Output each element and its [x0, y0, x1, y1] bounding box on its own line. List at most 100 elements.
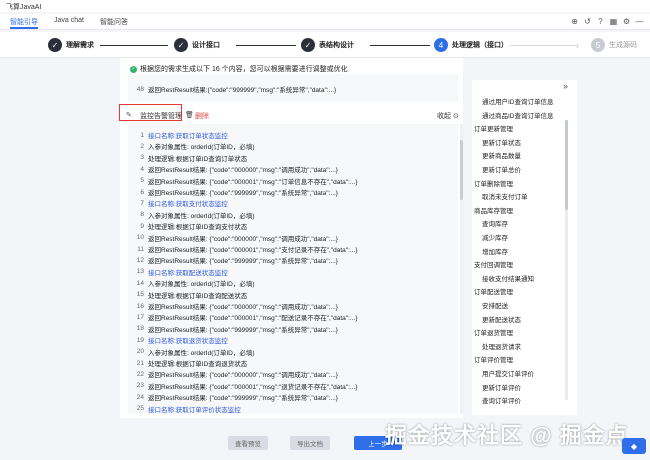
code-line: 11 返回RestResult结果: {"code":"000001","msg"… — [128, 244, 458, 255]
outline-group[interactable]: 订单配送管理 — [474, 286, 513, 296]
line-text: 返回RestResult结果: {"code":"000000","msg":"… — [148, 167, 338, 175]
line-text: 返回RestResult结果: {"code":"999999","msg":"… — [148, 395, 338, 403]
line-number: 11 — [137, 245, 144, 253]
chat-icon: ◆ — [630, 441, 638, 451]
minimize-icon[interactable]: — — [635, 17, 644, 26]
line-number: 6 — [140, 188, 144, 196]
line-text: 返回RestResult结果: {"code":"999999","msg":"… — [148, 190, 338, 197]
code-line: 8 入参对象属性: orderId(订单ID，必填) — [128, 210, 458, 220]
line-number: 18 — [136, 325, 144, 333]
preview-button[interactable]: 查看预览 — [228, 436, 268, 450]
code-editor[interactable]: 1 接口名称:获取订单状态监控 2 入参对象属性: orderId(订单ID，必填) 3… — [128, 124, 458, 414]
line-number: 19 — [136, 336, 144, 344]
assistant-fab[interactable]: ◆ — [622, 438, 646, 454]
outline-group[interactable]: 支付回调管理 — [474, 259, 513, 269]
code-line: 10 返回RestResult结果: {"code":"000000","msg"… — [128, 233, 458, 243]
calendar-icon[interactable]: ▦ — [609, 17, 618, 26]
line-number: 24 — [136, 393, 144, 401]
outline-item[interactable]: 更新订单评价 — [482, 382, 521, 392]
code-line: 20 入参对象属性: orderId(订单ID，必填) — [128, 347, 458, 357]
outline-item[interactable]: 更新商品数量 — [482, 150, 521, 160]
line-text: 返回RestResult结果: {"code":"000001","msg":"… — [148, 178, 358, 186]
outline-item[interactable]: 通过用户ID查询订单信息 — [482, 96, 554, 106]
line-text: 接口名称:获取订单评价状态监控 — [148, 406, 241, 414]
step-design-api[interactable]: ✓ 设计接口 — [174, 38, 220, 52]
step-table-design[interactable]: ✓ 表结构设计 — [301, 38, 354, 52]
previous-code-block[interactable]: 48 返回RestResult结果:{"code":"999999","msg"… — [128, 74, 458, 102]
step-number: 4 — [434, 38, 448, 52]
outline-group[interactable]: 订单退货管理 — [474, 327, 513, 337]
line-text: 返回RestResult结果: {"code":"000001","msg":"… — [148, 247, 358, 254]
step-logic[interactable]: 4 处理逻辑（接口） — [434, 38, 508, 52]
code-line: 5 返回RestResult结果: {"code":"000001","msg":… — [128, 176, 458, 186]
line-text: 接口名称:获取退货状态监控 — [148, 338, 228, 346]
sidebar-scroll-thumb[interactable] — [565, 120, 568, 210]
line-text: 返回RestResult结果: {"code":"000000","msg":"… — [148, 304, 338, 311]
double-chevron-right-icon[interactable]: » — [563, 81, 568, 91]
notice-text: 根据您的需求生成以下 16 个内容，您可以根据需要进行调整或优化 — [140, 66, 348, 73]
outline-group[interactable]: 订单删除管理 — [474, 178, 513, 188]
code-line: 9 处理逻辑:根据订单ID查询支付状态 — [128, 221, 458, 232]
line-text: 处理逻辑:根据订单ID查询支付状态 — [148, 224, 248, 232]
code-line: 48 返回RestResult结果:{"code":"999999","msg"… — [128, 84, 458, 95]
outline-item[interactable]: 用户提交订单评价 — [482, 368, 534, 378]
trash-icon[interactable]: 🗑 — [185, 111, 194, 119]
code-line: 23 返回RestResult结果: {"code":"000001","msg"… — [128, 381, 458, 391]
line-text: 接口名称:获取配送状态监控 — [148, 269, 228, 277]
step-label: 处理逻辑（接口） — [452, 42, 508, 49]
step-connector — [100, 45, 168, 46]
collapse-button[interactable]: 收起 ⊙ — [437, 111, 459, 121]
outline-group[interactable]: 商品库存管理 — [474, 205, 513, 215]
outline-item[interactable]: 取消未支付订单 — [482, 191, 528, 201]
step-label: 理解需求 — [66, 42, 94, 49]
tab-java-chat[interactable]: Java chat — [54, 17, 84, 29]
outline-item[interactable]: 安排配送 — [482, 300, 508, 310]
notice: ✓ 根据您的需求生成以下 16 个内容，您可以根据需要进行调整或优化 — [130, 64, 348, 74]
code-line: 18 返回RestResult结果: {"code":"999999","msg"… — [128, 324, 458, 334]
step-label: 设计接口 — [192, 42, 220, 49]
line-number: 1 — [140, 131, 144, 139]
outline-item[interactable]: 查询库存 — [482, 218, 508, 228]
outline-item[interactable]: 更新订单总价 — [482, 164, 521, 174]
outline-item[interactable]: 处理退货请求 — [482, 341, 521, 351]
export-button[interactable]: 导出文档 — [290, 436, 330, 450]
line-text: 返回RestResult结果: {"code":"000001","msg":"… — [148, 315, 358, 323]
code-line: 19 接口名称:获取退货状态监控 — [128, 335, 458, 346]
history-icon[interactable]: ↺ — [583, 17, 592, 26]
add-icon[interactable]: ⊕ — [570, 17, 579, 26]
line-number: 16 — [136, 302, 144, 310]
check-icon: ✓ — [174, 38, 188, 52]
line-text: 接口名称:获取支付状态监控 — [148, 201, 228, 209]
line-text: 接口名称:获取订单状态监控 — [148, 133, 228, 140]
line-number: 23 — [136, 382, 144, 390]
outline-item[interactable]: 更新配送状态 — [482, 314, 521, 324]
line-text: 入参对象属性: orderId(订单ID，必填) — [148, 144, 255, 152]
outline-group[interactable]: 订单更新管理 — [474, 123, 513, 133]
step-understand[interactable]: ✓ 理解需求 — [48, 38, 94, 52]
settings-icon[interactable]: ⚙ — [622, 17, 631, 26]
line-text: 返回RestResult结果: {"code":"000000","msg":"… — [148, 235, 338, 243]
outline-item[interactable]: 增加库存 — [482, 246, 508, 256]
line-number: 15 — [136, 291, 144, 299]
tab-smart-qa[interactable]: 智能问答 — [100, 17, 128, 29]
line-text: 处理逻辑:根据订单ID查询订单状态 — [148, 155, 248, 163]
outline-item[interactable]: 更新订单状态 — [482, 137, 521, 147]
line-number: 13 — [136, 268, 144, 276]
step-generate-code[interactable]: 5 生成源码 — [591, 38, 637, 52]
line-number: 9 — [140, 222, 144, 230]
tab-smart-guide[interactable]: 智能引导 — [10, 17, 38, 29]
outline-item[interactable]: 通过商品ID查询订单信息 — [482, 110, 554, 120]
outline-item[interactable]: 查询订单评价 — [482, 395, 521, 405]
line-number: 48 — [136, 85, 144, 93]
code-line: 4 返回RestResult结果: {"code":"000000","msg":… — [128, 164, 458, 175]
line-number: 2 — [140, 142, 144, 150]
line-text: 返回RestResult结果: {"code":"999999","msg":"… — [148, 258, 338, 266]
help-icon[interactable]: ? — [596, 17, 605, 26]
line-text: 返回RestResult结果: {"code":"999999","msg":"… — [148, 326, 338, 334]
outline-group[interactable]: 订单评价管理 — [474, 354, 513, 364]
outline-item[interactable]: 减少库存 — [482, 232, 508, 242]
code-scroll-thumb[interactable] — [460, 140, 463, 200]
check-icon: ✓ — [48, 38, 62, 52]
delete-link[interactable]: 删除 — [195, 111, 209, 121]
outline-item[interactable]: 接收支付结果通知 — [482, 273, 534, 283]
